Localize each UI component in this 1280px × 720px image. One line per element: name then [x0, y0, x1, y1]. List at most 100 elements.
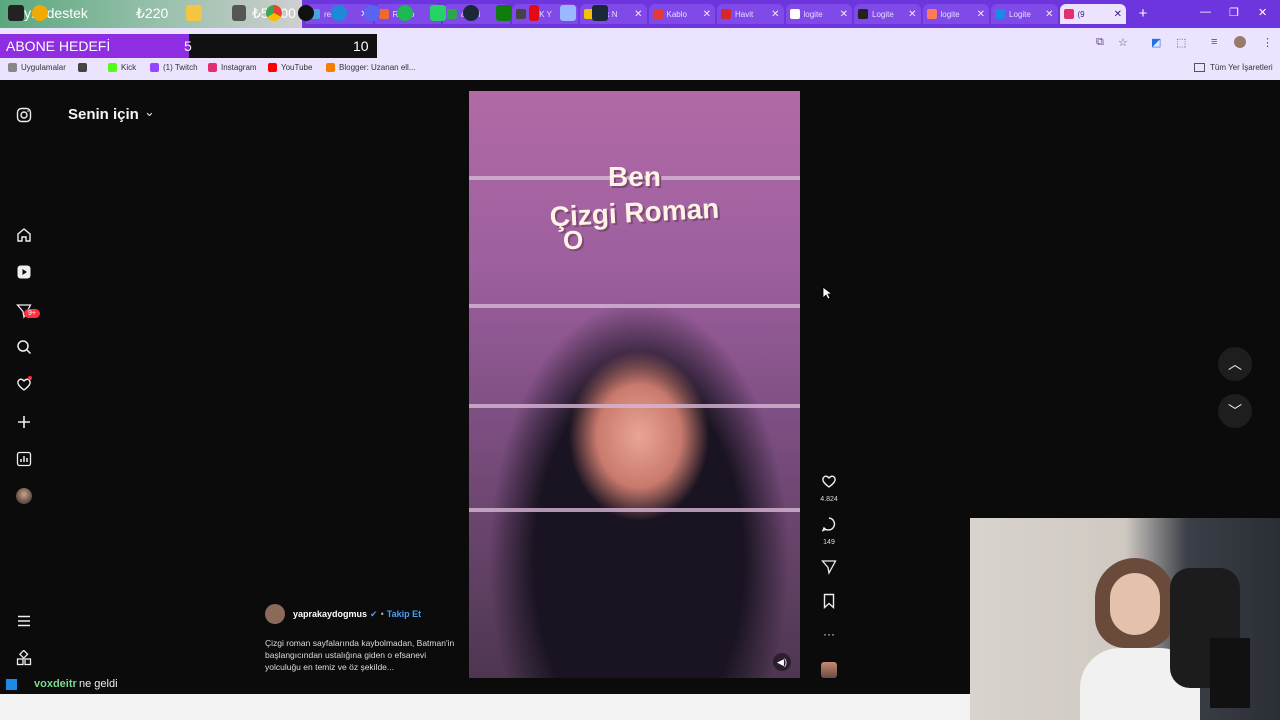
- tab-favicon-icon: [378, 9, 389, 19]
- bookmark-icon: [326, 63, 335, 72]
- author-avatar[interactable]: [265, 604, 285, 624]
- more-menu-icon[interactable]: [16, 613, 32, 629]
- tab-favicon-icon: [515, 9, 526, 19]
- extensions-icon[interactable]: ⬚: [1176, 36, 1186, 49]
- task-view-icon[interactable]: [232, 5, 246, 21]
- tab-label: Logite: [1009, 9, 1031, 19]
- close-tab-icon[interactable]: ✕: [634, 9, 642, 20]
- chevron-down-icon[interactable]: ⌄: [144, 104, 155, 120]
- xbox-icon[interactable]: [496, 5, 512, 21]
- like-button[interactable]: 4.824: [818, 473, 840, 503]
- profile-avatar[interactable]: [1234, 36, 1246, 48]
- microphone: [1210, 638, 1250, 708]
- menu-icon[interactable]: ⋮: [1262, 36, 1273, 49]
- bookmark-item[interactable]: Uygulamalar: [8, 63, 66, 72]
- taskbar-app-icon[interactable]: [32, 5, 48, 21]
- comment-button[interactable]: 149: [818, 516, 840, 546]
- tab-favicon-icon: [721, 9, 731, 19]
- tab-label: Logite: [872, 9, 894, 19]
- bookmark-item[interactable]: Blogger: Uzanan ell...: [326, 63, 416, 72]
- reels-icon[interactable]: [16, 264, 32, 280]
- save-button[interactable]: [818, 593, 840, 614]
- minimize-icon[interactable]: —: [1200, 6, 1211, 18]
- browser-tab[interactable]: logite ✕: [922, 4, 989, 24]
- bookmark-item[interactable]: [78, 63, 91, 72]
- translate-icon[interactable]: ◩: [1151, 36, 1161, 49]
- browser-tab[interactable]: Havit ✕: [717, 4, 784, 24]
- bookmark-item[interactable]: YouTube: [268, 63, 312, 72]
- donation-current: ₺220: [136, 5, 169, 21]
- bookmark-star-icon[interactable]: ☆: [1118, 36, 1128, 49]
- spotify-icon[interactable]: [397, 5, 413, 21]
- steam-icon[interactable]: [463, 5, 479, 21]
- close-tab-icon[interactable]: ✕: [840, 9, 848, 20]
- browser-tab[interactable]: (9 ✕: [1059, 4, 1126, 24]
- discord-icon[interactable]: [364, 5, 380, 21]
- bookshelf-line: [469, 404, 800, 408]
- browser-tab[interactable]: Atk N✕: [580, 4, 647, 24]
- whatsapp-icon[interactable]: [430, 5, 446, 21]
- netflix-icon[interactable]: [529, 5, 539, 21]
- instagram-logo-icon[interactable]: [16, 107, 32, 123]
- bookmark-item[interactable]: Instagram: [208, 63, 257, 72]
- media-control-icon[interactable]: ≡: [1211, 36, 1217, 48]
- browser-tab[interactable]: logite ✕: [785, 4, 852, 24]
- close-window-icon[interactable]: ✕: [1258, 6, 1267, 19]
- like-count: 4.824: [820, 496, 838, 503]
- follow-button[interactable]: Takip Et: [387, 609, 421, 619]
- all-bookmarks-label: Tüm Yer İşaretleri: [1210, 63, 1273, 72]
- home-icon[interactable]: [16, 227, 32, 243]
- edge-icon[interactable]: [331, 5, 347, 21]
- author-username[interactable]: yaprakaydogmus: [293, 609, 367, 619]
- share-button[interactable]: [818, 559, 840, 580]
- close-tab-icon[interactable]: ✕: [1114, 9, 1122, 20]
- install-app-icon[interactable]: ⧉: [1096, 36, 1104, 49]
- close-tab-icon[interactable]: ✕: [908, 9, 916, 20]
- video-caption-line1: Ben: [608, 161, 661, 192]
- new-tab-button[interactable]: +: [1134, 5, 1152, 23]
- verified-icon: ✔: [370, 608, 378, 619]
- reel-video[interactable]: Ben Çizgi Roman O ◀): [469, 91, 800, 682]
- chat-username: voxdeitr: [34, 678, 77, 690]
- tab-label: logite: [940, 9, 960, 19]
- bookmark-item[interactable]: (1) Twitch: [150, 63, 198, 72]
- bookmark-icon: [78, 63, 87, 72]
- comment-count: 149: [823, 539, 835, 546]
- close-tab-icon[interactable]: ✕: [771, 9, 779, 20]
- subscriber-goal-overlay: ABONE HEDEFİ 5 10: [0, 34, 377, 58]
- notifications-heart-icon[interactable]: [16, 376, 32, 392]
- heart-icon: [822, 475, 836, 488]
- chat-overlay: voxdeitr ne geldi: [0, 678, 970, 694]
- browser-tab[interactable]: Logite ✕: [991, 4, 1058, 24]
- folder-icon: [1194, 63, 1205, 72]
- bookmark-item[interactable]: Kick: [108, 63, 136, 72]
- close-tab-icon[interactable]: ✕: [703, 9, 711, 20]
- close-tab-icon[interactable]: ✕: [977, 9, 985, 20]
- search-icon[interactable]: [16, 339, 32, 355]
- settings-app-icon[interactable]: [560, 5, 576, 21]
- bookmark-icon: [8, 63, 17, 72]
- audio-thumbnail[interactable]: [821, 662, 837, 678]
- close-tab-icon[interactable]: ✕: [1045, 9, 1053, 20]
- feed-title[interactable]: Senin için: [68, 106, 139, 123]
- create-plus-icon[interactable]: [16, 414, 32, 430]
- obs-icon[interactable]: [298, 5, 314, 21]
- profile-avatar-nav[interactable]: [16, 488, 32, 504]
- dashboard-icon[interactable]: [16, 451, 32, 467]
- all-bookmarks[interactable]: Tüm Yer İşaretleri: [1194, 63, 1273, 72]
- steam-app-icon[interactable]: [592, 5, 608, 21]
- maximize-icon[interactable]: ❐: [1229, 6, 1239, 19]
- sparkle-icon[interactable]: [186, 5, 202, 21]
- browser-tab[interactable]: Kablo ✕: [648, 4, 715, 24]
- next-reel-button[interactable]: ﹀: [1218, 394, 1252, 428]
- chrome-icon[interactable]: [266, 5, 282, 21]
- post-description: Çizgi roman sayfalarında kaybolmadan, Ba…: [265, 638, 455, 672]
- share-icon: [821, 560, 837, 575]
- start-icon[interactable]: [8, 5, 24, 21]
- also-from-meta-icon[interactable]: [16, 650, 32, 666]
- previous-reel-button[interactable]: ︿: [1218, 347, 1252, 381]
- windows-taskbar: [0, 694, 970, 720]
- mute-icon[interactable]: ◀): [773, 653, 791, 671]
- more-options-icon[interactable]: ···: [818, 627, 840, 641]
- browser-tab[interactable]: Logite ✕: [854, 4, 921, 24]
